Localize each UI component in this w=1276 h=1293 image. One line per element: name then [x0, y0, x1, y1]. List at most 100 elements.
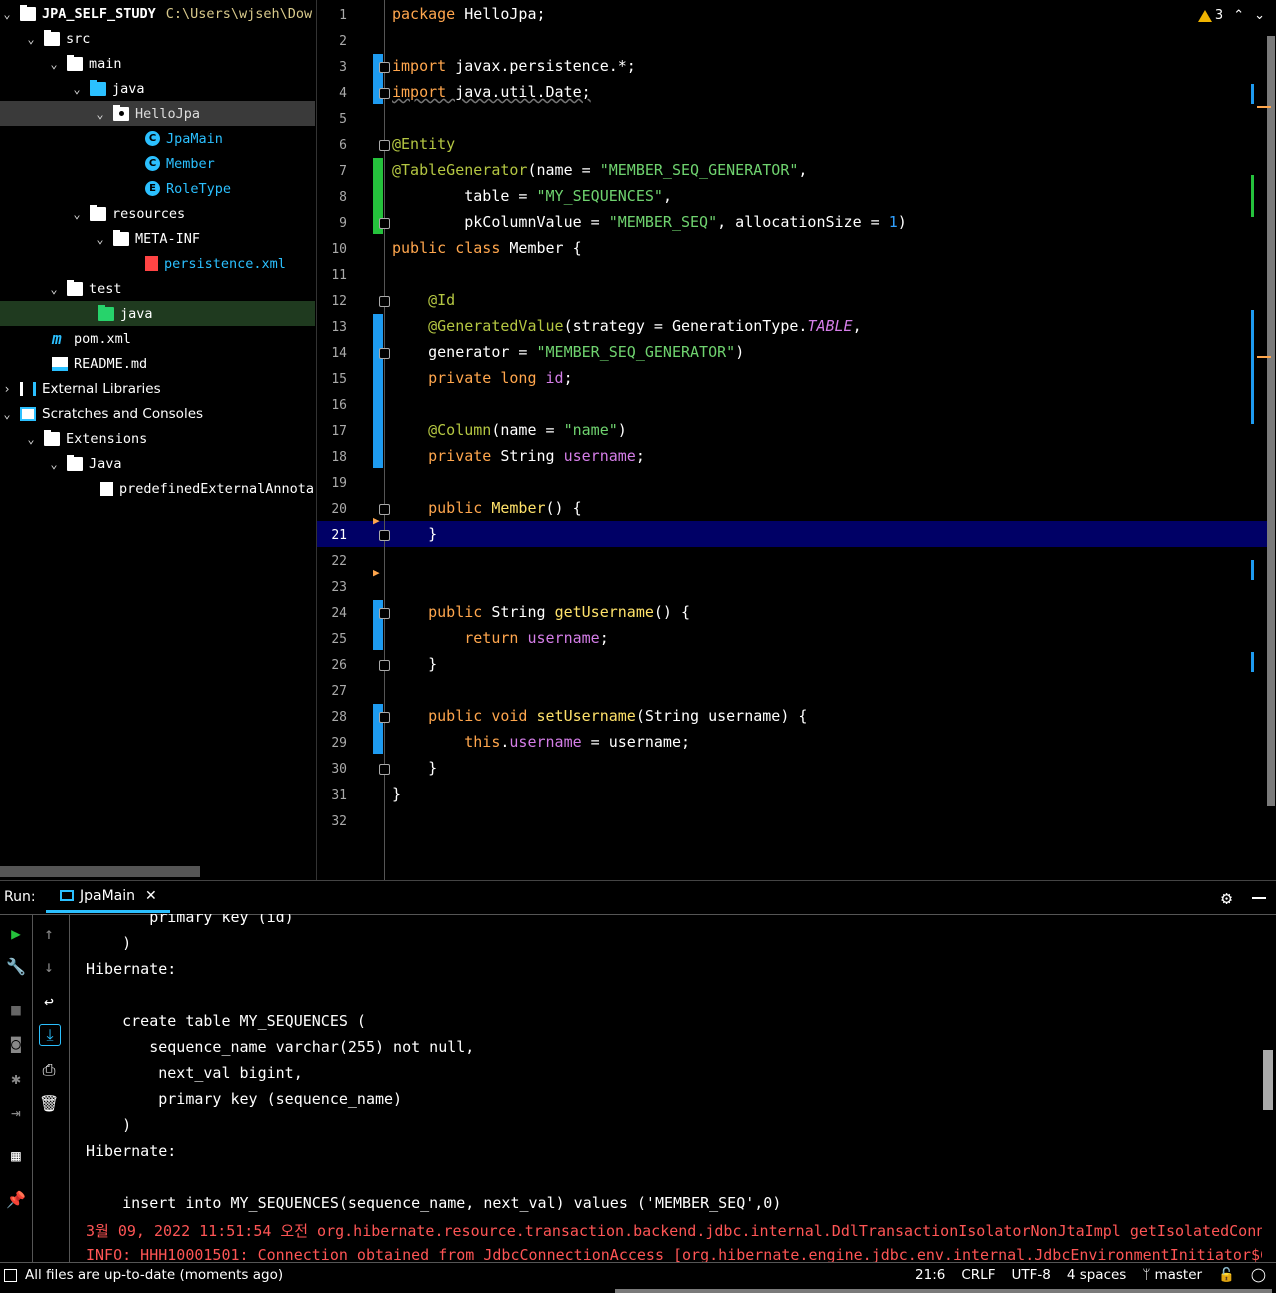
scroll-marker[interactable] [1251, 310, 1254, 424]
fold-icon[interactable] [379, 140, 390, 151]
fold-icon[interactable] [379, 88, 390, 99]
code-line-8[interactable]: table = "MY_SEQUENCES", [392, 187, 672, 205]
chevron-right-icon[interactable]: › [0, 382, 14, 396]
fold-icon[interactable] [379, 348, 390, 359]
tree-item-predefined-annotations[interactable]: predefinedExternalAnnota [0, 476, 315, 501]
fold-icon[interactable] [379, 218, 390, 229]
code-line-6[interactable]: @Entity [392, 135, 455, 153]
lock-icon[interactable]: 🔓 [1218, 1267, 1235, 1283]
chevron-down-icon[interactable]: ⌄ [24, 432, 38, 446]
tree-horizontal-scrollbar[interactable] [0, 866, 200, 877]
code-line-28[interactable]: public void setUsername(String username)… [392, 707, 807, 725]
code-line-31[interactable]: } [392, 785, 401, 803]
implements-gutter-icon[interactable]: ▶ [373, 566, 380, 579]
code-editor[interactable]: ▶ ▶ 1 2 3 4 5 6 7 8 9 10 11 12 13 14 15 16 17 18 19 20 21 22 2… [316, 0, 1276, 880]
chevron-down-icon[interactable]: ⌄ [47, 457, 61, 471]
scroll-marker[interactable] [1251, 652, 1254, 672]
console-vertical-scrollbar[interactable] [1263, 1050, 1273, 1110]
fold-icon[interactable] [379, 296, 390, 307]
implements-gutter-icon[interactable]: ▶ [373, 514, 380, 527]
fold-icon[interactable] [379, 712, 390, 723]
soft-wrap-icon[interactable]: ↩ [39, 992, 59, 1012]
arrow-down-icon[interactable]: ↓ [39, 957, 59, 977]
print-icon[interactable]: ⎙ [39, 1060, 59, 1080]
code-line-14[interactable]: generator = "MEMBER_SEQ_GENERATOR") [392, 343, 744, 361]
minimize-icon[interactable] [1252, 897, 1266, 899]
tree-item-external-libraries[interactable]: › External Libraries [0, 376, 315, 401]
inspection-widget[interactable]: 3 ⌃ ⌄ [1197, 8, 1265, 23]
scroll-marker[interactable] [1251, 560, 1254, 580]
tree-item-ext-java[interactable]: ⌄ Java [0, 451, 315, 476]
trash-icon[interactable]: 🗑 [39, 1094, 59, 1114]
chevron-down-icon[interactable]: ⌄ [70, 82, 84, 96]
vcs-change-marker[interactable] [373, 314, 383, 468]
tool-windows-icon[interactable] [4, 1268, 17, 1282]
tree-item-java[interactable]: ⌄ java [0, 76, 315, 101]
fold-icon[interactable] [379, 608, 390, 619]
code-line-3[interactable]: import javax.persistence.*; [392, 57, 636, 75]
tree-item-extensions[interactable]: ⌄ Extensions [0, 426, 315, 451]
chevron-down-icon[interactable]: ⌄ [47, 282, 61, 296]
indent-setting[interactable]: 4 spaces [1067, 1267, 1127, 1283]
tree-item-meta-inf[interactable]: ⌄ META-INF [0, 226, 315, 251]
status-message[interactable]: All files are up-to-date (moments ago) [4, 1267, 283, 1283]
tree-item-test[interactable]: ⌄ test [0, 276, 315, 301]
arrow-up-icon[interactable]: ↑ [39, 924, 59, 944]
chevron-down-icon[interactable]: ⌄ [0, 7, 14, 21]
tree-root[interactable]: ⌄ JPA_SELF_STUDY C:\Users\wjseh\Dow [0, 1, 315, 26]
code-line-29[interactable]: this.username = username; [392, 733, 690, 751]
code-line-18[interactable]: private String username; [392, 447, 645, 465]
layout-icon[interactable]: ▦ [6, 1146, 26, 1166]
code-line-1[interactable]: package HelloJpa; [392, 5, 546, 23]
chevron-up-icon[interactable]: ⌃ [1233, 8, 1244, 23]
close-icon[interactable]: ✕ [145, 888, 157, 904]
chevron-down-icon[interactable]: ⌄ [47, 57, 61, 71]
code-line-15[interactable]: private long id; [392, 369, 573, 387]
fold-icon[interactable] [379, 530, 390, 541]
code-line-4[interactable]: import java.util.Date; [392, 83, 591, 101]
tree-item-pom[interactable]: m pom.xml [0, 326, 315, 351]
fold-icon[interactable] [379, 62, 390, 73]
scroll-marker[interactable] [1257, 356, 1271, 358]
console-output[interactable]: primary key (id) ) Hibernate: create tab… [70, 914, 1262, 1262]
scroll-marker[interactable] [1257, 106, 1271, 108]
chevron-down-icon[interactable]: ⌄ [24, 32, 38, 46]
tree-item-resources[interactable]: ⌄ resources [0, 201, 315, 226]
code-line-26[interactable]: } [392, 655, 437, 673]
camera-icon[interactable]: ◙ [6, 1034, 26, 1054]
fold-icon[interactable] [379, 764, 390, 775]
gear-icon[interactable]: ⚙ [1221, 888, 1232, 909]
fold-icon[interactable] [379, 660, 390, 671]
rerun-icon[interactable]: ▶ [6, 924, 26, 944]
code-line-13[interactable]: @GeneratedValue(strategy = GenerationTyp… [392, 317, 862, 335]
code-line-20[interactable]: public Member() { [392, 499, 582, 517]
debug-icon[interactable]: ✱ [6, 1069, 26, 1089]
login-icon[interactable]: ⇥ [6, 1103, 26, 1123]
caret-position[interactable]: 21:6 [915, 1267, 945, 1283]
code-line-9[interactable]: pkColumnValue = "MEMBER_SEQ", allocation… [392, 213, 907, 231]
git-branch[interactable]: ᛘ master [1142, 1267, 1202, 1283]
wrench-icon[interactable]: 🔧 [6, 957, 26, 977]
tree-item-readme[interactable]: README.md [0, 351, 315, 376]
tree-item-test-java[interactable]: java [0, 301, 315, 326]
chevron-down-icon[interactable]: ⌄ [0, 407, 14, 421]
chevron-down-icon[interactable]: ⌄ [93, 107, 107, 121]
tree-item-roletype[interactable]: E RoleType [0, 176, 315, 201]
code-line-7[interactable]: @TableGenerator(name = "MEMBER_SEQ_GENER… [392, 161, 807, 179]
chevron-down-icon[interactable]: ⌄ [93, 232, 107, 246]
warnings-indicator[interactable]: 3 [1197, 8, 1223, 23]
file-encoding[interactable]: UTF-8 [1011, 1267, 1050, 1283]
code-line-21[interactable]: } [392, 525, 437, 543]
line-separator[interactable]: CRLF [961, 1267, 995, 1283]
notifications-icon[interactable]: ◯ [1251, 1267, 1266, 1283]
tree-item-persistence-xml[interactable]: persistence.xml [0, 251, 315, 276]
code-line-24[interactable]: public String getUsername() { [392, 603, 690, 621]
tree-item-member[interactable]: C Member [0, 151, 315, 176]
code-line-17[interactable]: @Column(name = "name") [392, 421, 627, 439]
tree-item-main[interactable]: ⌄ main [0, 51, 315, 76]
code-line-10[interactable]: public class Member { [392, 239, 582, 257]
tree-item-scratches[interactable]: ⌄ Scratches and Consoles [0, 401, 315, 426]
editor-vertical-scrollbar[interactable] [1267, 36, 1275, 806]
code-line-12[interactable]: @Id [392, 291, 455, 309]
scroll-to-end-icon[interactable]: ⤓ [39, 1024, 61, 1046]
